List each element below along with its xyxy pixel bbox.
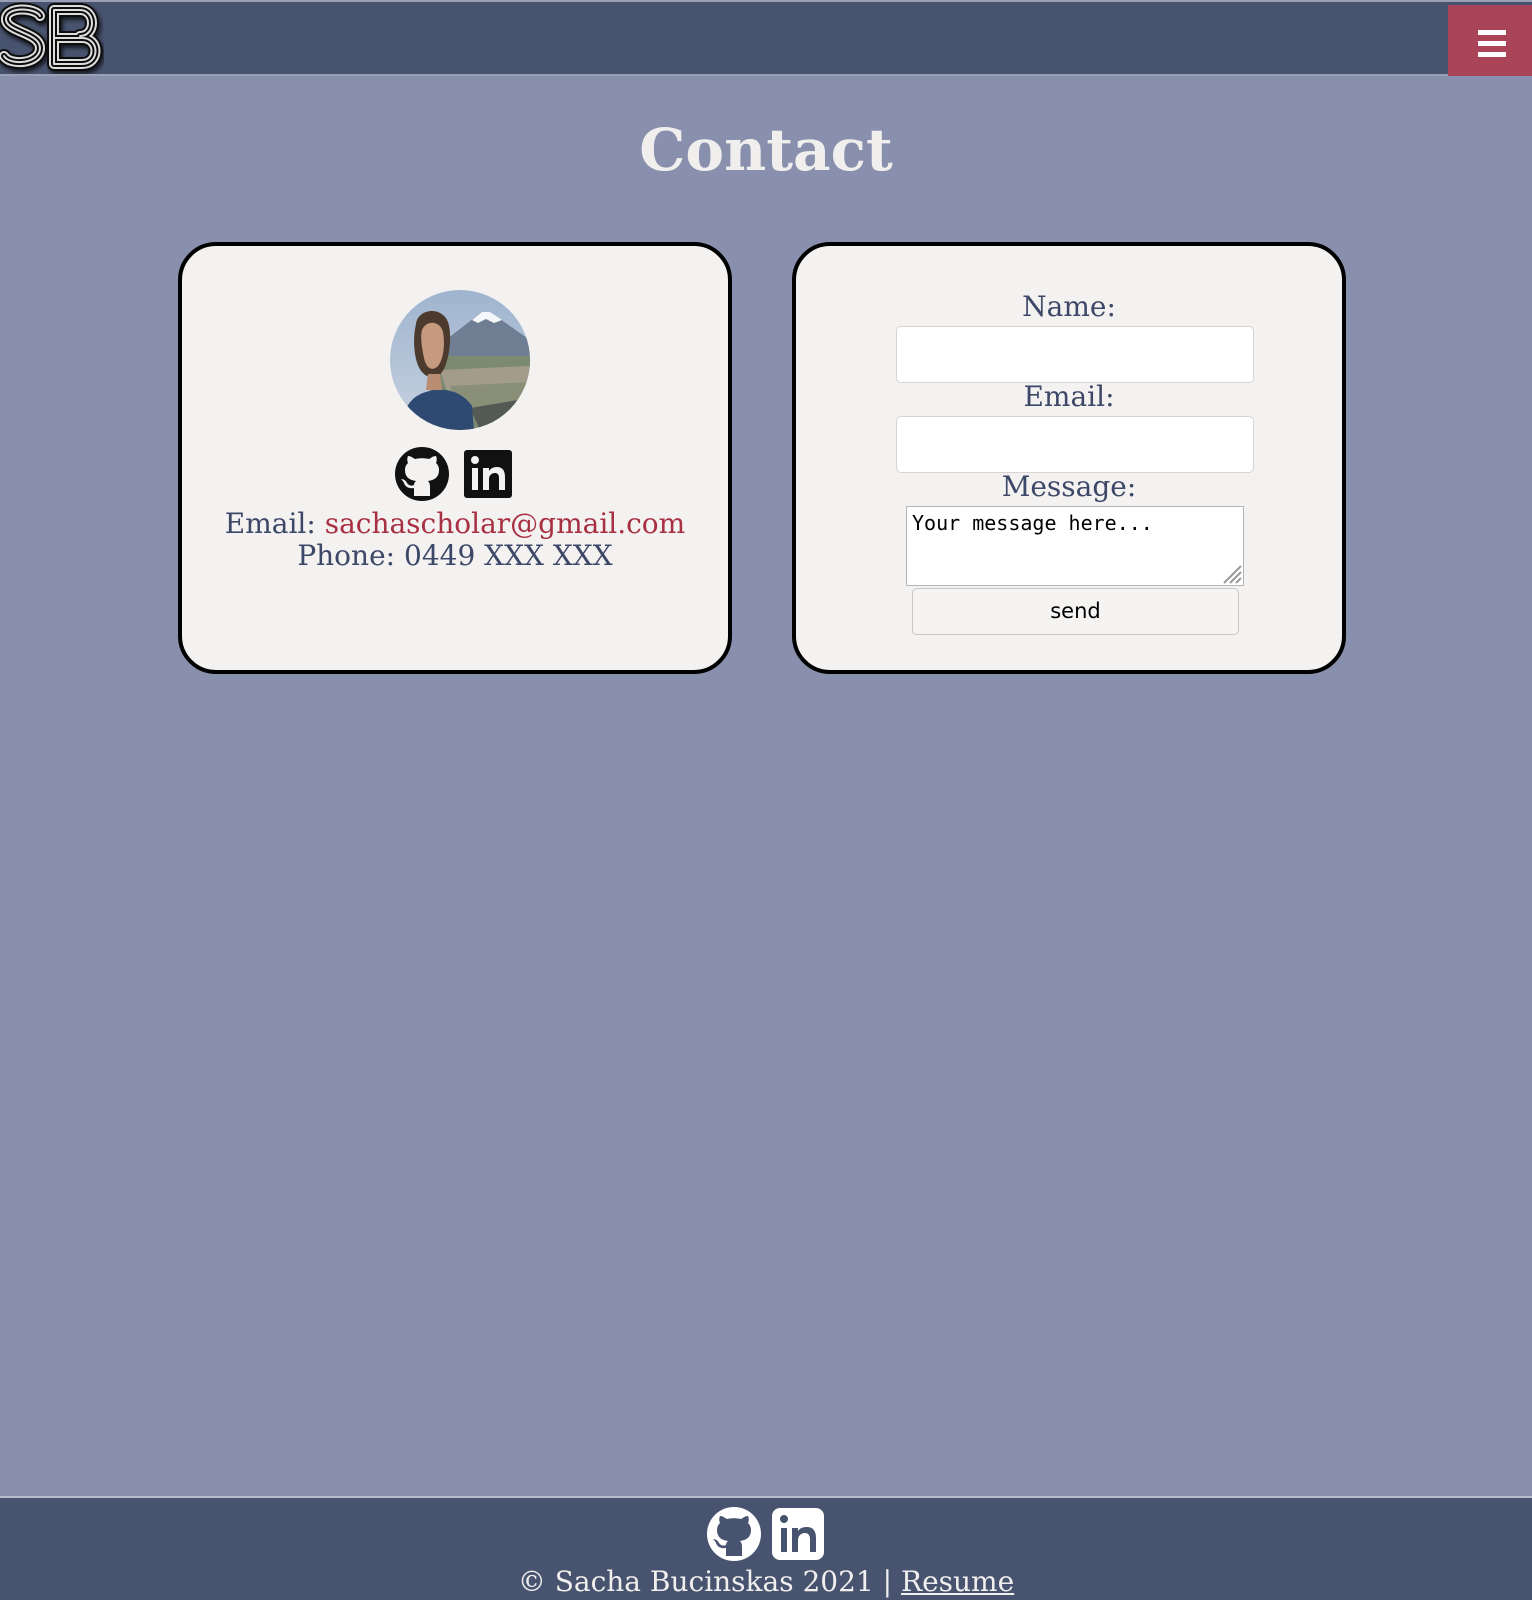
email-field[interactable] <box>896 416 1254 473</box>
hamburger-menu-icon <box>1478 30 1506 35</box>
resume-link[interactable]: Resume <box>901 1565 1014 1598</box>
phone-line: Phone: 0449 XXX XXX <box>182 540 728 572</box>
message-textarea[interactable]: Your message here... <box>906 506 1244 586</box>
resize-grip-icon[interactable] <box>1220 562 1242 584</box>
avatar <box>390 290 530 430</box>
github-icon[interactable] <box>394 446 450 502</box>
footer: © Sacha Bucinskas 2021 | Resume <box>0 1496 1532 1600</box>
send-button[interactable]: send <box>912 588 1239 635</box>
footer-text: © Sacha Bucinskas 2021 | Resume <box>0 1564 1532 1600</box>
hamburger-menu-icon-bar <box>1478 52 1506 57</box>
linkedin-icon[interactable] <box>460 446 516 502</box>
linkedin-icon[interactable] <box>770 1506 826 1562</box>
copyright-text: © Sacha Bucinskas 2021 | <box>517 1565 893 1598</box>
phone-value: 0449 XXX XXX <box>404 539 613 572</box>
menu-button[interactable] <box>1448 5 1532 76</box>
phone-label: Phone: <box>297 539 396 572</box>
email-line: Email: sachascholar@gmail.com <box>182 508 728 540</box>
email-label: Email: <box>1023 380 1115 413</box>
footer-social-links <box>0 1506 1532 1562</box>
contact-form-card: Name: Email: Message: Your message here.… <box>792 242 1346 674</box>
profile-social-links <box>182 446 728 502</box>
profile-card: Email: sachascholar@gmail.com Phone: 044… <box>178 242 732 674</box>
name-label: Name: <box>1022 290 1116 323</box>
name-field[interactable] <box>896 326 1254 383</box>
top-nav-bar <box>0 0 1532 76</box>
hamburger-menu-icon-bar <box>1478 41 1506 46</box>
email-link[interactable]: sachascholar@gmail.com <box>325 507 686 540</box>
sb-logo[interactable] <box>0 2 104 74</box>
email-label: Email: <box>224 507 316 540</box>
message-label: Message: <box>1001 470 1137 503</box>
page-title: Contact <box>639 116 893 184</box>
message-placeholder: Your message here... <box>912 511 1153 535</box>
contact-details: Email: sachascholar@gmail.com Phone: 044… <box>182 508 728 572</box>
github-icon[interactable] <box>706 1506 762 1562</box>
